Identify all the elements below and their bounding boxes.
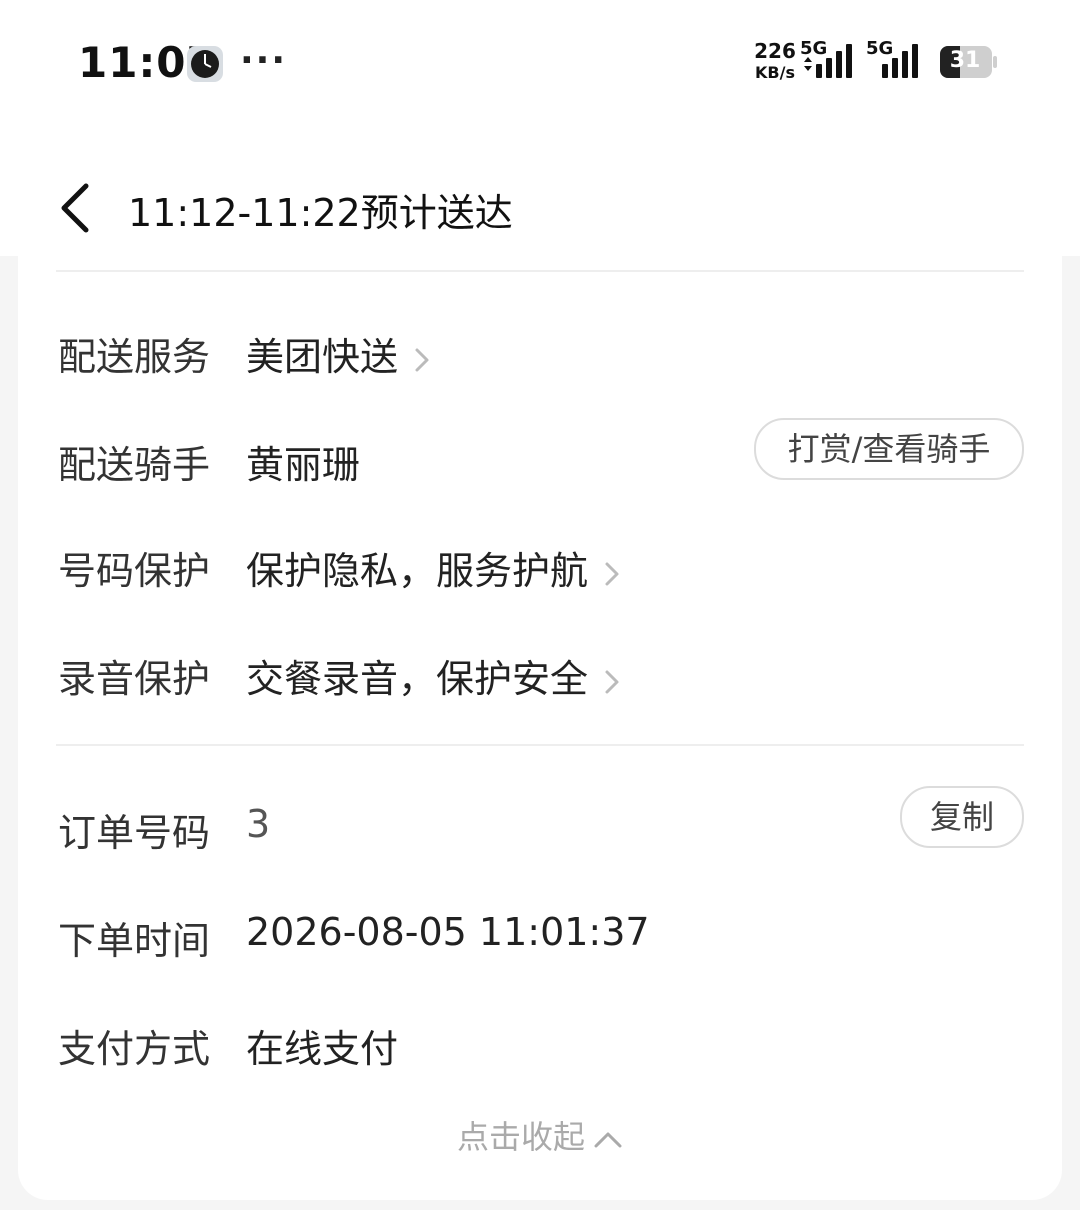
rider-label: 配送骑手 bbox=[58, 443, 211, 487]
divider bbox=[56, 744, 1024, 746]
network-speed-value: 226 bbox=[754, 39, 796, 63]
status-bar: 11:07 ··· 226 KB/s 5G 5G 31 bbox=[0, 0, 1080, 130]
sim2-signal: 5G bbox=[866, 38, 926, 80]
delivery-service-label: 配送服务 bbox=[58, 335, 211, 379]
page-header: 11:12-11:22预计送达 bbox=[0, 130, 1080, 256]
number-protect-value[interactable]: 保护隐私，服务护航 bbox=[246, 540, 620, 595]
network-speed: 226 KB/s bbox=[750, 40, 800, 84]
order-time-row: 下单时间 2026-08-05 11:01:37 bbox=[18, 902, 1062, 963]
divider bbox=[56, 270, 1024, 272]
more-notifications-icon: ··· bbox=[240, 40, 288, 81]
recording-protect-text: 交餐录音，保护安全 bbox=[246, 657, 589, 701]
recording-protect-row[interactable]: 录音保护 交餐录音，保护安全 bbox=[18, 640, 1062, 703]
order-number-label: 订单号码 bbox=[58, 811, 211, 855]
delivery-service-text: 美团快送 bbox=[246, 335, 399, 379]
delivery-service-value[interactable]: 美团快送 bbox=[246, 326, 430, 381]
number-protect-row[interactable]: 号码保护 保护隐私，服务护航 bbox=[18, 532, 1062, 595]
order-detail-card: 配送服务 美团快送 配送骑手 黄丽珊 打赏/查看骑手 号码保护 保护隐私，服务护… bbox=[18, 256, 1062, 1200]
order-time-value: 2026-08-05 11:01:37 bbox=[246, 910, 650, 954]
chevron-right-icon bbox=[415, 348, 429, 371]
rider-row: 配送骑手 黄丽珊 打赏/查看骑手 bbox=[18, 418, 1062, 487]
signal-bars-icon bbox=[804, 44, 852, 78]
battery-level: 31 bbox=[949, 48, 981, 73]
order-number-row: 订单号码 3 复制 bbox=[18, 786, 1062, 855]
chevron-up-icon bbox=[594, 1132, 622, 1148]
copy-button[interactable]: 复制 bbox=[900, 786, 1024, 848]
clock-icon bbox=[187, 46, 223, 82]
network-speed-unit: KB/s bbox=[755, 63, 795, 82]
chevron-right-icon bbox=[605, 670, 619, 693]
back-arrow-icon[interactable] bbox=[56, 182, 92, 234]
payment-label: 支付方式 bbox=[58, 1027, 211, 1071]
rider-name: 黄丽珊 bbox=[246, 443, 361, 487]
chevron-right-icon bbox=[605, 562, 619, 585]
payment-row: 支付方式 在线支付 bbox=[18, 1010, 1062, 1071]
order-time-label: 下单时间 bbox=[58, 919, 211, 963]
signal-bars-icon bbox=[882, 44, 918, 78]
recording-protect-value[interactable]: 交餐录音，保护安全 bbox=[246, 648, 620, 703]
page-title: 11:12-11:22预计送达 bbox=[128, 191, 513, 235]
collapse-button[interactable]: 点击收起 bbox=[18, 1112, 1062, 1158]
tip-view-rider-button[interactable]: 打赏/查看骑手 bbox=[754, 418, 1024, 480]
recording-protect-label: 录音保护 bbox=[58, 657, 211, 701]
sim1-signal: 5G bbox=[800, 38, 860, 80]
number-protect-text: 保护隐私，服务护航 bbox=[246, 549, 589, 593]
payment-value: 在线支付 bbox=[246, 1027, 399, 1071]
delivery-service-row[interactable]: 配送服务 美团快送 bbox=[18, 318, 1062, 381]
number-protect-label: 号码保护 bbox=[58, 549, 211, 593]
order-number-value: 3 bbox=[246, 802, 271, 846]
collapse-label: 点击收起 bbox=[456, 1118, 585, 1156]
